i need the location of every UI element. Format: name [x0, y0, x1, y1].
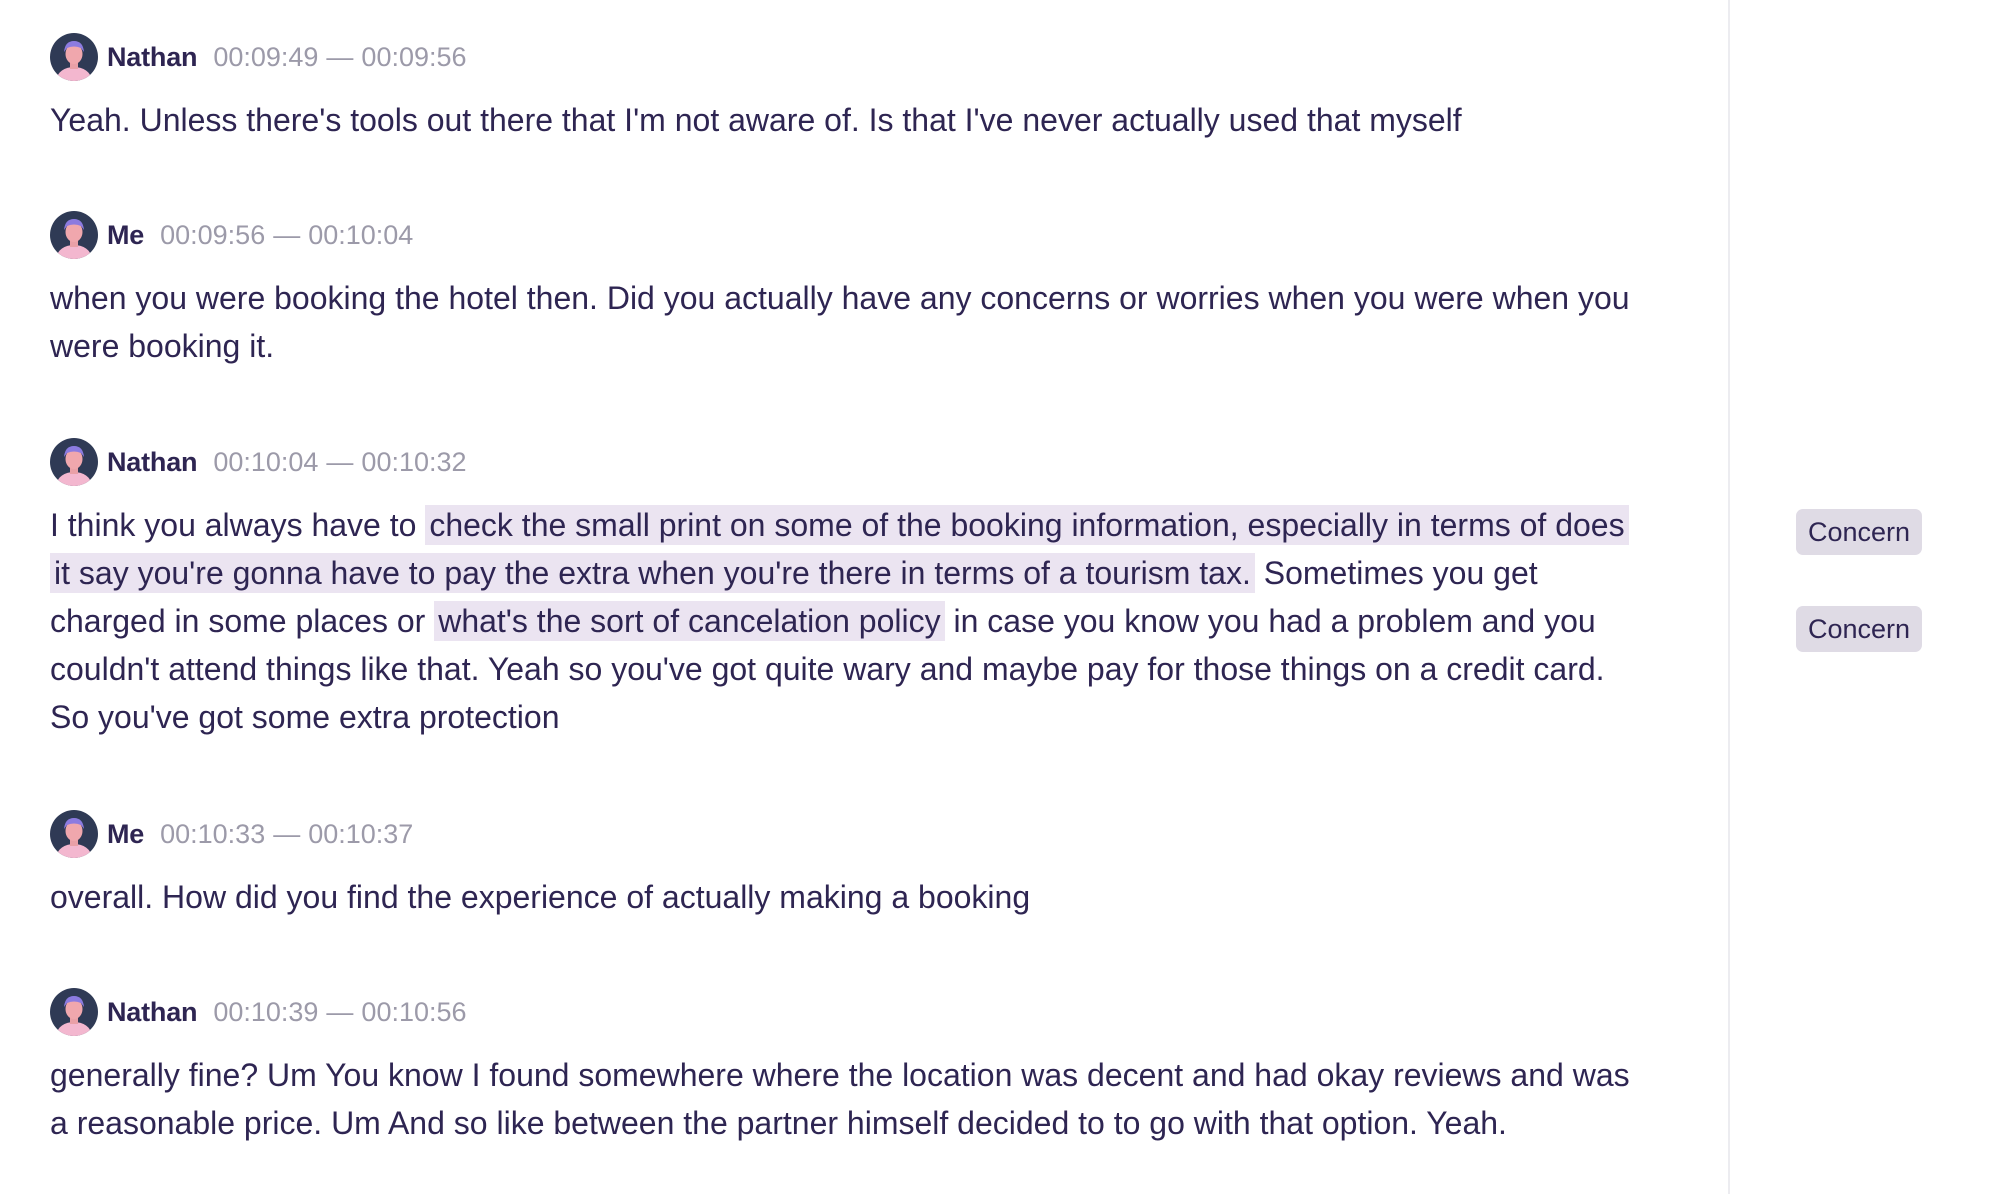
speaker-name: Me	[107, 818, 145, 849]
transcript-entry: Nathan 00:09:49—00:09:56 Yeah. Unless th…	[50, 32, 1630, 144]
utterance-text: overall. How did you find the experience…	[50, 879, 1031, 915]
start-time: 00:10:33	[160, 818, 266, 849]
speaker-row: Nathan 00:09:49—00:09:56	[50, 32, 1630, 82]
range-separator: —	[326, 996, 354, 1027]
utterance-text: I think you always have to check the sma…	[50, 501, 1630, 741]
speaker-name: Nathan	[107, 41, 198, 72]
speaker-row: Nathan 00:10:04—00:10:32	[50, 437, 1630, 487]
transcript-entry: Me 00:09:56—00:10:04 when you were booki…	[50, 210, 1630, 370]
utterance-segment: I think you always have to	[50, 507, 426, 543]
end-time: 00:09:56	[361, 41, 467, 72]
speaker-row: Me 00:09:56—00:10:04	[50, 210, 1630, 260]
end-time: 00:10:37	[308, 818, 414, 849]
speaker-name: Nathan	[107, 446, 198, 477]
highlight-concern-2[interactable]: what's the sort of cancelation policy	[434, 601, 945, 641]
panel-divider	[1728, 0, 1730, 1194]
avatar-person-icon	[50, 988, 98, 1036]
speaker-row: Nathan 00:10:39—00:10:56	[50, 987, 1630, 1037]
utterance-text: Yeah. Unless there's tools out there tha…	[50, 102, 1462, 138]
start-time: 00:10:04	[213, 446, 319, 477]
tag-concern[interactable]: Concern	[1796, 606, 1923, 652]
tag-concern[interactable]: Concern	[1796, 509, 1923, 555]
transcript-page: Nathan 00:09:49—00:09:56 Yeah. Unless th…	[0, 0, 1994, 1194]
start-time: 00:10:39	[213, 996, 319, 1027]
timestamp-range: 00:09:56—00:10:04	[160, 220, 413, 251]
avatar-person-icon	[50, 211, 98, 259]
start-time: 00:09:49	[213, 41, 319, 72]
transcript-entry: Nathan 00:10:39—00:10:56 generally fine?…	[50, 987, 1630, 1147]
range-separator: —	[273, 219, 301, 250]
utterance-text: generally fine? Um You know I found some…	[50, 1057, 1630, 1141]
end-time: 00:10:32	[361, 446, 467, 477]
avatar-person-icon	[50, 33, 98, 81]
end-time: 00:10:04	[308, 219, 414, 250]
speaker-row: Me 00:10:33—00:10:37	[50, 809, 1630, 859]
transcript-entry: Nathan 00:10:04—00:10:32 I think you alw…	[50, 437, 1630, 741]
avatar	[50, 438, 98, 486]
utterance-text: when you were booking the hotel then. Di…	[50, 280, 1630, 364]
speaker-name: Me	[107, 219, 145, 250]
avatar-person-icon	[50, 438, 98, 486]
timestamp-range: 00:09:49—00:09:56	[213, 42, 466, 73]
transcript-entry: Me 00:10:33—00:10:37 overall. How did yo…	[50, 809, 1630, 921]
timestamp-range: 00:10:04—00:10:32	[213, 447, 466, 478]
range-separator: —	[273, 818, 301, 849]
start-time: 00:09:56	[160, 219, 266, 250]
avatar	[50, 211, 98, 259]
range-separator: —	[326, 446, 354, 477]
avatar	[50, 810, 98, 858]
speaker-name: Nathan	[107, 996, 198, 1027]
timestamp-range: 00:10:39—00:10:56	[213, 997, 466, 1028]
range-separator: —	[326, 41, 354, 72]
end-time: 00:10:56	[361, 996, 467, 1027]
avatar	[50, 988, 98, 1036]
avatar-person-icon	[50, 810, 98, 858]
timestamp-range: 00:10:33—00:10:37	[160, 819, 413, 850]
avatar	[50, 33, 98, 81]
